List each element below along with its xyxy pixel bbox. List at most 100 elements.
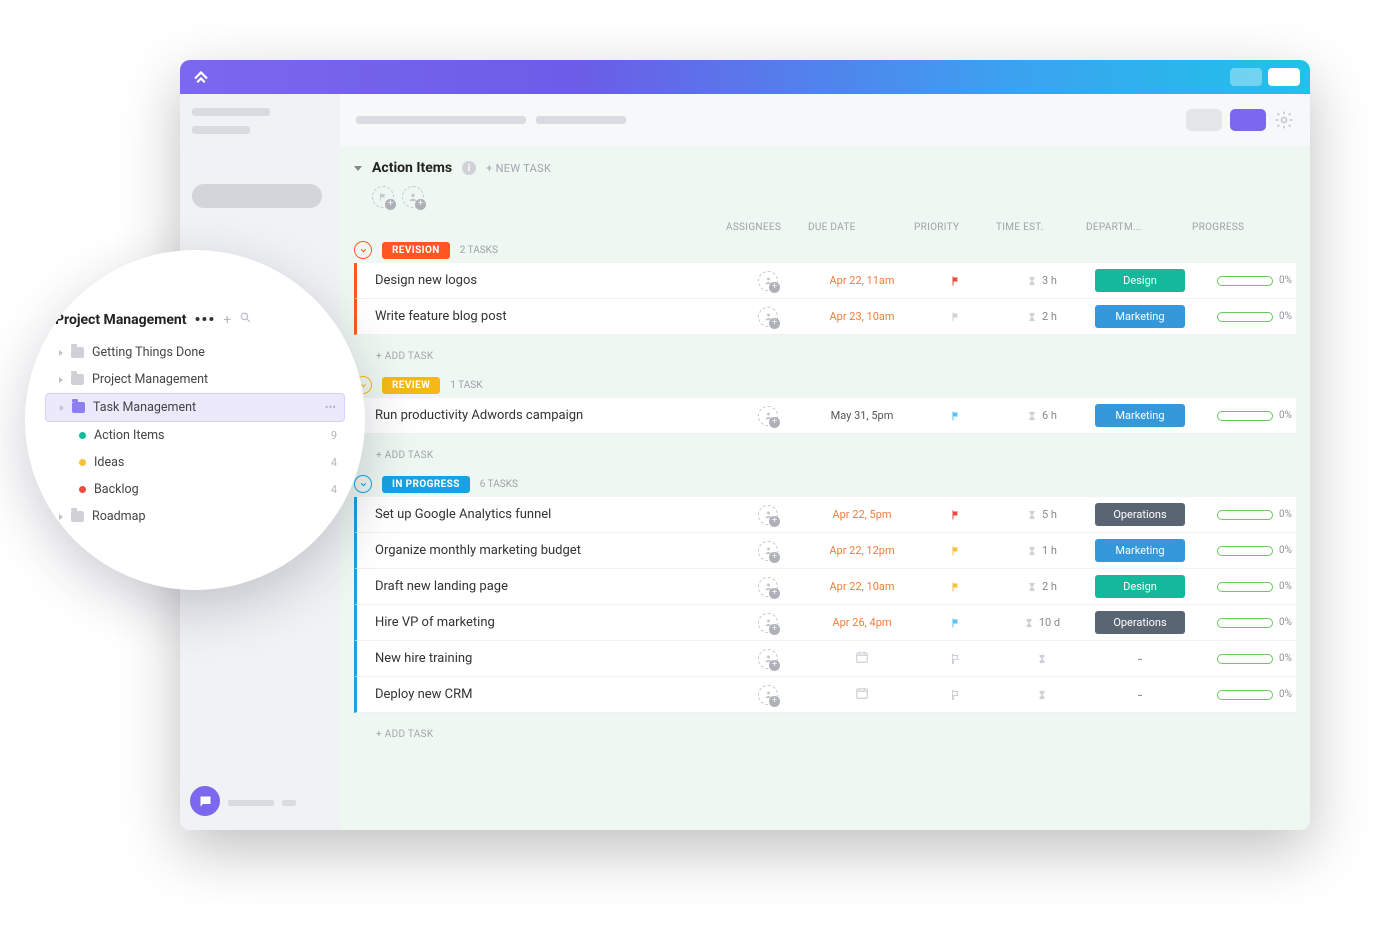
assignee[interactable] <box>730 307 806 327</box>
search-icon[interactable] <box>239 311 252 328</box>
department[interactable]: Design <box>1090 575 1190 598</box>
sidebar-folder-item[interactable]: Task Management••• <box>45 393 345 422</box>
priority-flag[interactable] <box>918 311 994 323</box>
time-estimate[interactable]: 2 h <box>1000 580 1084 593</box>
assignee[interactable] <box>730 613 806 633</box>
collapse-icon[interactable] <box>354 166 362 171</box>
due-date[interactable]: Apr 23, 10am <box>812 310 912 323</box>
progress[interactable]: 0% <box>1196 545 1296 556</box>
add-task-button[interactable]: + ADD TASK <box>354 442 1296 469</box>
progress[interactable]: 0% <box>1196 653 1296 664</box>
progress[interactable]: 0% <box>1196 689 1296 700</box>
department[interactable]: Marketing <box>1090 305 1190 328</box>
due-date[interactable]: Apr 26, 4pm <box>812 616 912 629</box>
due-date-empty[interactable] <box>812 686 912 703</box>
more-icon[interactable]: ••• <box>194 310 215 329</box>
priority-flag[interactable] <box>918 617 994 629</box>
priority-flag[interactable] <box>918 275 994 287</box>
sidebar-folder-item[interactable]: Getting Things Done <box>45 339 345 366</box>
due-date[interactable]: Apr 22, 5pm <box>812 508 912 521</box>
department[interactable]: Operations <box>1090 611 1190 634</box>
priority-flag[interactable] <box>918 410 994 422</box>
department[interactable]: Operations <box>1090 503 1190 526</box>
time-estimate-empty[interactable] <box>1000 690 1084 700</box>
add-task-button[interactable]: + ADD TASK <box>354 721 1296 748</box>
progress[interactable]: 0% <box>1196 617 1296 628</box>
time-estimate[interactable]: 10 d <box>1000 616 1084 629</box>
task-row[interactable]: Write feature blog post Apr 23, 10am 2 h M… <box>354 299 1296 335</box>
task-row[interactable]: Design new logos Apr 22, 11am 3 h Design 0… <box>354 263 1296 299</box>
time-estimate[interactable]: 3 h <box>1000 274 1084 287</box>
due-date[interactable]: Apr 22, 11am <box>812 274 912 287</box>
assignee[interactable] <box>730 649 806 669</box>
due-date[interactable]: Apr 22, 12pm <box>812 544 912 557</box>
info-icon[interactable]: i <box>462 161 476 175</box>
sidebar-list-item[interactable]: Ideas4 <box>45 449 345 476</box>
department[interactable]: Marketing <box>1090 404 1190 427</box>
progress[interactable]: 0% <box>1196 410 1296 421</box>
assignee[interactable] <box>730 541 806 561</box>
chevron-down-icon[interactable] <box>354 241 372 259</box>
window-maximize-button[interactable] <box>1268 68 1300 86</box>
group-header[interactable]: IN PROGRESS 6 TASKS <box>354 475 1296 493</box>
progress[interactable]: 0% <box>1196 275 1296 286</box>
task-name[interactable]: New hire training <box>375 651 724 666</box>
due-date[interactable]: Apr 22, 10am <box>812 580 912 593</box>
assignee[interactable] <box>730 505 806 525</box>
new-task-button[interactable]: + NEW TASK <box>486 162 551 175</box>
department[interactable]: Marketing <box>1090 539 1190 562</box>
task-name[interactable]: Write feature blog post <box>375 309 724 324</box>
task-name[interactable]: Deploy new CRM <box>375 687 724 702</box>
sidebar-folder-item[interactable]: Project Management <box>45 366 345 393</box>
progress[interactable]: 0% <box>1196 581 1296 592</box>
time-estimate-empty[interactable] <box>1000 654 1084 664</box>
task-name[interactable]: Organize monthly marketing budget <box>375 543 724 558</box>
department[interactable]: - <box>1090 685 1190 704</box>
progress[interactable]: 0% <box>1196 311 1296 322</box>
task-row[interactable]: Organize monthly marketing budget Apr 22… <box>354 533 1296 569</box>
group-header[interactable]: REVISION 2 TASKS <box>354 241 1296 259</box>
assignee[interactable] <box>730 685 806 705</box>
chat-fab[interactable] <box>190 786 220 816</box>
priority-flag[interactable] <box>918 545 994 557</box>
progress[interactable]: 0% <box>1196 509 1296 520</box>
task-name[interactable]: Design new logos <box>375 273 724 288</box>
chevron-down-icon[interactable] <box>354 475 372 493</box>
task-name[interactable]: Set up Google Analytics funnel <box>375 507 724 522</box>
add-icon[interactable]: + <box>223 312 231 328</box>
time-estimate[interactable]: 5 h <box>1000 508 1084 521</box>
time-estimate[interactable]: 2 h <box>1000 310 1084 323</box>
priority-flag[interactable] <box>918 653 994 665</box>
task-row[interactable]: Run productivity Adwords campaign May 31… <box>354 398 1296 434</box>
sidebar-search[interactable] <box>192 184 322 208</box>
task-row[interactable]: Set up Google Analytics funnel Apr 22, 5… <box>354 497 1296 533</box>
sidebar-list-item[interactable]: Action Items9 <box>45 422 345 449</box>
time-estimate[interactable]: 6 h <box>1000 409 1084 422</box>
task-name[interactable]: Run productivity Adwords campaign <box>375 408 724 423</box>
toolbar-view-button-active[interactable] <box>1230 109 1266 131</box>
toolbar-view-button[interactable] <box>1186 109 1222 131</box>
task-row[interactable]: Deploy new CRM - 0% <box>354 677 1296 713</box>
sidebar-list-item[interactable]: Backlog4 <box>45 476 345 503</box>
priority-flag[interactable] <box>918 581 994 593</box>
department[interactable]: - <box>1090 649 1190 668</box>
due-date[interactable]: May 31, 5pm <box>812 409 912 422</box>
add-task-button[interactable]: + ADD TASK <box>354 343 1296 370</box>
task-name[interactable]: Draft new landing page <box>375 579 724 594</box>
priority-flag[interactable] <box>918 689 994 701</box>
group-header[interactable]: REVIEW 1 TASK <box>354 376 1296 394</box>
sidebar-folder-item[interactable]: Roadmap <box>45 503 345 530</box>
priority-flag[interactable] <box>918 509 994 521</box>
add-assignee-icon[interactable] <box>402 186 424 208</box>
assignee[interactable] <box>730 577 806 597</box>
assignee[interactable] <box>730 406 806 426</box>
window-minimize-button[interactable] <box>1230 68 1262 86</box>
add-priority-icon[interactable] <box>372 186 394 208</box>
assignee[interactable] <box>730 271 806 291</box>
time-estimate[interactable]: 1 h <box>1000 544 1084 557</box>
department[interactable]: Design <box>1090 269 1190 292</box>
due-date-empty[interactable] <box>812 650 912 667</box>
task-row[interactable]: Hire VP of marketing Apr 26, 4pm 10 d Oper… <box>354 605 1296 641</box>
task-name[interactable]: Hire VP of marketing <box>375 615 724 630</box>
settings-icon[interactable] <box>1274 110 1294 130</box>
